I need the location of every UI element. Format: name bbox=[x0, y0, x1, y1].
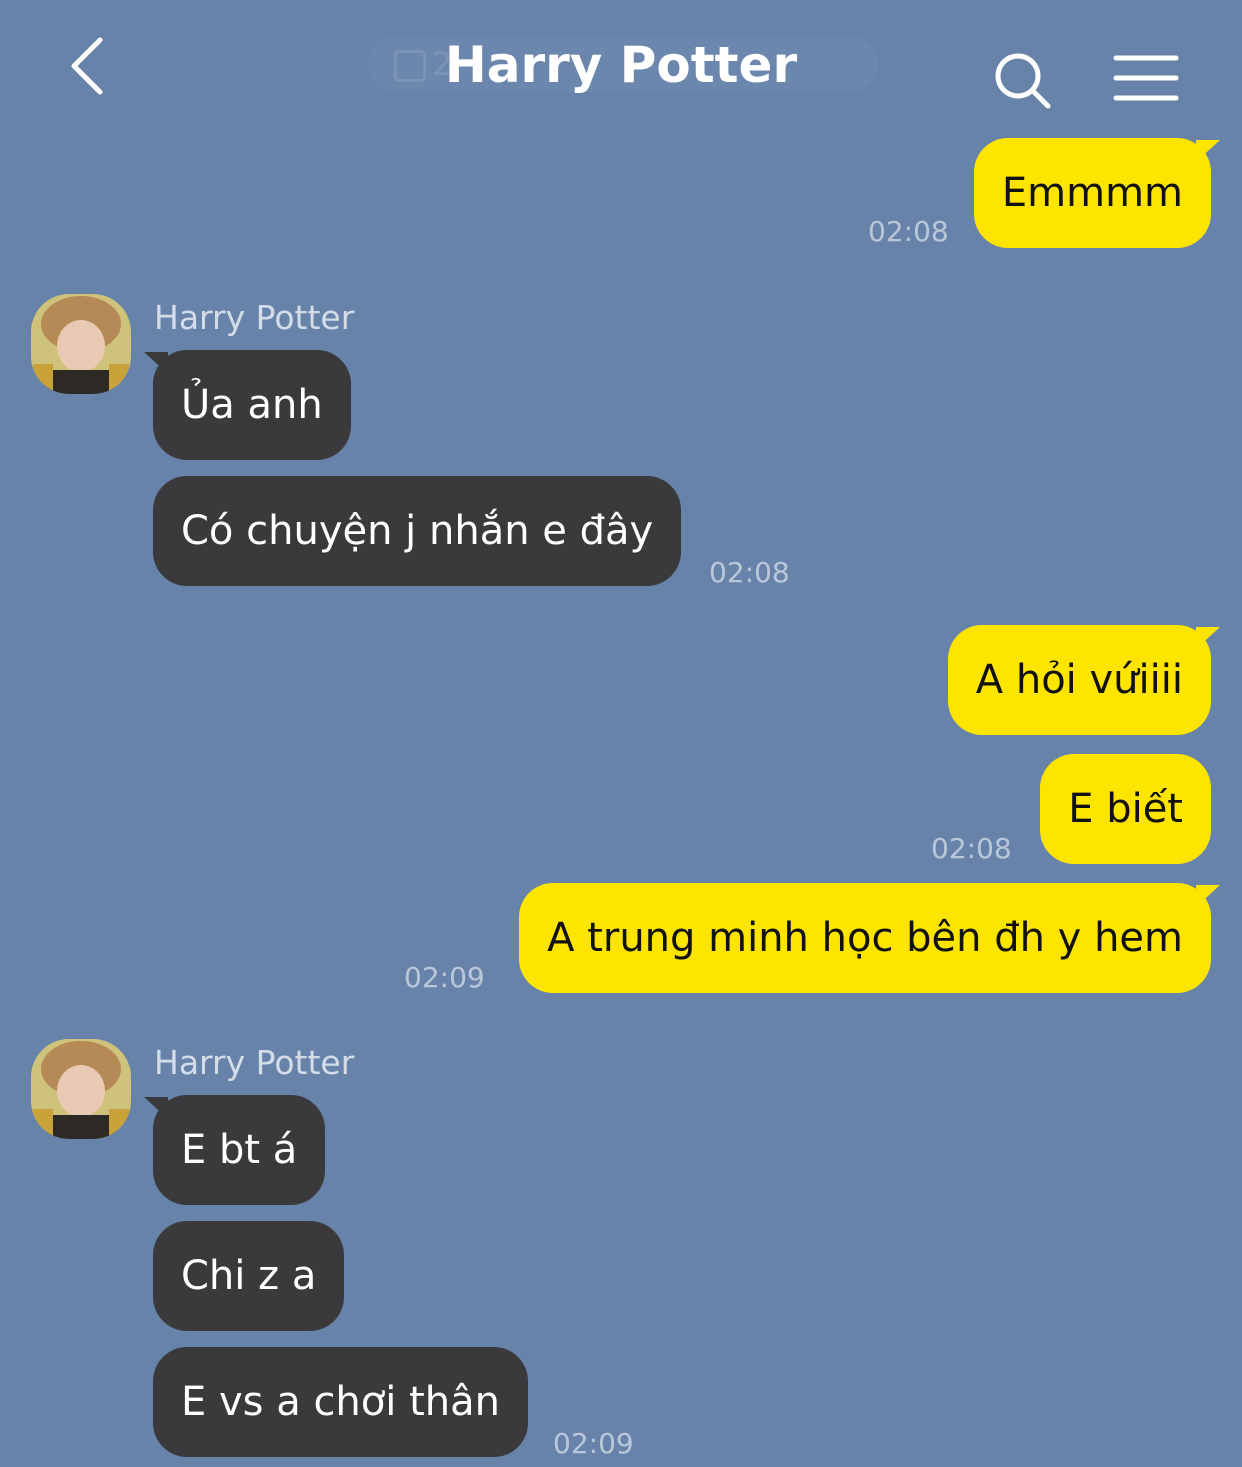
outgoing-message[interactable]: Emmmm bbox=[973, 138, 1211, 248]
avatar-image bbox=[31, 1039, 131, 1139]
incoming-message[interactable]: Có chuyện j nhắn e đây bbox=[153, 476, 682, 586]
hamburger-menu-icon bbox=[1113, 55, 1179, 101]
message-time: 02:08 bbox=[931, 832, 1012, 865]
sender-name: Harry Potter bbox=[154, 1043, 355, 1082]
outgoing-message[interactable]: A trung minh học bên đh y hem bbox=[519, 883, 1211, 993]
outgoing-message[interactable]: E biết bbox=[1040, 754, 1211, 864]
avatar-image bbox=[31, 294, 131, 394]
incoming-message[interactable]: Ủa anh bbox=[153, 350, 351, 460]
chat-header: 2 Harry Potter bbox=[0, 0, 1242, 130]
avatar[interactable] bbox=[31, 1039, 131, 1139]
search-icon bbox=[995, 53, 1051, 109]
incoming-message[interactable]: E bt á bbox=[153, 1095, 326, 1205]
message-time: 02:09 bbox=[553, 1427, 634, 1460]
menu-button[interactable] bbox=[1110, 50, 1182, 106]
incoming-message[interactable]: E vs a chơi thân bbox=[153, 1347, 528, 1457]
sender-name: Harry Potter bbox=[154, 298, 355, 337]
search-button[interactable] bbox=[990, 48, 1056, 114]
message-time: 02:08 bbox=[868, 215, 949, 248]
message-time: 02:08 bbox=[709, 556, 790, 589]
message-time: 02:09 bbox=[404, 961, 485, 994]
incoming-message[interactable]: Chi z a bbox=[153, 1221, 345, 1331]
avatar[interactable] bbox=[31, 294, 131, 394]
outgoing-message[interactable]: A hỏi vứiiii bbox=[947, 625, 1211, 735]
